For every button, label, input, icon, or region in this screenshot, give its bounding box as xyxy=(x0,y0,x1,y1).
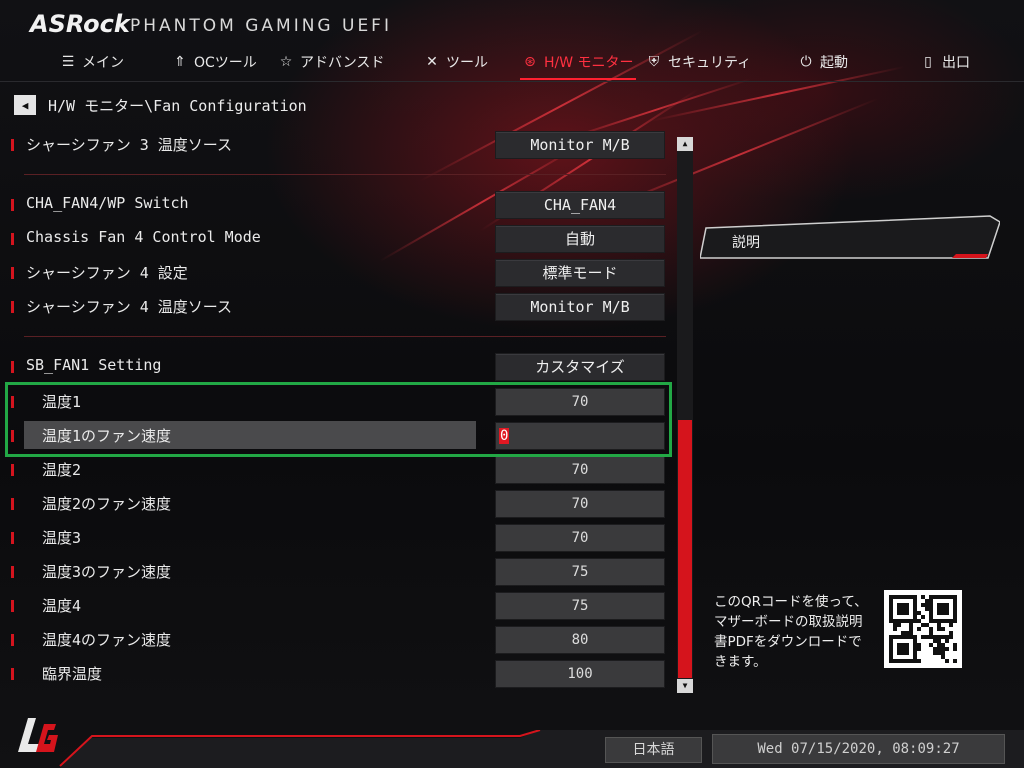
setting-value[interactable]: カスタマイズ xyxy=(495,353,665,381)
row-marker xyxy=(11,566,14,578)
setting-label: 温度3 xyxy=(42,529,82,547)
setting-label: 臨界温度 xyxy=(42,665,103,683)
setting-label: 温度4のファン速度 xyxy=(42,631,172,649)
setting-label: 温度3のファン速度 xyxy=(42,563,172,581)
setting-value[interactable]: 標準モード xyxy=(495,259,665,287)
setting-label: 温度2 xyxy=(42,461,82,479)
setting-label: SB_FAN1 Setting xyxy=(26,356,162,374)
settings-list: シャーシファン 3 温度ソース Monitor M/B CHA_FAN4/WP … xyxy=(0,0,700,700)
row-marker xyxy=(11,267,14,279)
row-marker xyxy=(11,498,14,510)
power-icon: ⏻ xyxy=(800,54,812,70)
row-marker xyxy=(11,139,14,151)
triangle-down-icon: ▼ xyxy=(682,681,688,690)
setting-row[interactable]: SB_FAN1 Setting カスタマイズ xyxy=(0,352,670,382)
setting-row[interactable]: 温度4 75 xyxy=(0,591,670,621)
row-marker xyxy=(11,634,14,646)
setting-row[interactable]: 温度3 70 xyxy=(0,523,670,553)
setting-value[interactable]: 75 xyxy=(495,592,665,620)
setting-value[interactable]: CHA_FAN4 xyxy=(495,191,665,219)
setting-value[interactable]: 70 xyxy=(495,524,665,552)
tab-boot[interactable]: ⏻ 起動 xyxy=(798,48,848,76)
setting-label: 温度4 xyxy=(42,597,82,615)
setting-value[interactable]: Monitor M/B xyxy=(495,293,665,321)
setting-label: シャーシファン 4 温度ソース xyxy=(26,298,233,316)
setting-label: シャーシファン 3 温度ソース xyxy=(26,136,233,154)
setting-row[interactable]: 温度4のファン速度 80 xyxy=(0,625,670,655)
setting-label: Chassis Fan 4 Control Mode xyxy=(26,228,261,246)
setting-value[interactable]: 70 xyxy=(495,456,665,484)
setting-row[interactable]: 臨界温度 100 xyxy=(0,659,670,689)
setting-row[interactable]: 温度3のファン速度 75 xyxy=(0,557,670,587)
triangle-up-icon: ▲ xyxy=(682,139,688,148)
row-marker xyxy=(11,361,14,373)
row-marker xyxy=(11,301,14,313)
qr-code xyxy=(884,590,962,668)
setting-label: シャーシファン 4 設定 xyxy=(26,264,188,282)
setting-row[interactable]: CHA_FAN4/WP Switch CHA_FAN4 xyxy=(0,190,670,220)
setting-value[interactable]: 75 xyxy=(495,558,665,586)
section-divider xyxy=(24,336,666,337)
scroll-down-button[interactable]: ▼ xyxy=(677,679,693,693)
scroll-up-button[interactable]: ▲ xyxy=(677,137,693,151)
setting-row[interactable]: シャーシファン 4 温度ソース Monitor M/B xyxy=(0,292,670,322)
row-marker xyxy=(11,464,14,476)
datetime-display: Wed 07/15/2020, 08:09:27 xyxy=(712,734,1005,764)
row-marker xyxy=(11,668,14,680)
setting-label: 温度2のファン速度 xyxy=(42,495,172,513)
setting-value[interactable]: 自動 xyxy=(495,225,665,253)
row-marker xyxy=(11,532,14,544)
setting-row[interactable]: 温度2 70 xyxy=(0,455,670,485)
setting-value[interactable]: 100 xyxy=(495,660,665,688)
qr-description: このQRコードを使って、マザーボードの取扱説明書PDFをダウンロードできます。 xyxy=(714,594,868,670)
setting-value[interactable]: Monitor M/B xyxy=(495,131,665,159)
setting-row[interactable]: 温度2のファン速度 70 xyxy=(0,489,670,519)
setting-row[interactable]: シャーシファン 3 温度ソース Monitor M/B xyxy=(0,130,670,160)
setting-row[interactable]: Chassis Fan 4 Control Mode 自動 xyxy=(0,224,670,254)
annotation-highlight-box xyxy=(5,382,672,457)
setting-value[interactable]: 80 xyxy=(495,626,665,654)
setting-value[interactable]: 70 xyxy=(495,490,665,518)
setting-label: CHA_FAN4/WP Switch xyxy=(26,194,189,212)
qr-code-pattern xyxy=(889,595,957,663)
row-marker xyxy=(11,199,14,211)
setting-row[interactable]: シャーシファン 4 設定 標準モード xyxy=(0,258,670,288)
scrollbar-thumb[interactable] xyxy=(678,420,692,678)
description-title: 説明 xyxy=(732,235,760,251)
section-divider xyxy=(24,174,666,175)
exit-door-icon: ▯ xyxy=(924,54,932,70)
tab-exit[interactable]: ▯ 出口 xyxy=(920,48,970,76)
row-marker xyxy=(11,600,14,612)
row-marker xyxy=(11,233,14,245)
description-panel: 説明 xyxy=(700,214,1000,260)
language-button[interactable]: 日本語 xyxy=(605,737,702,763)
